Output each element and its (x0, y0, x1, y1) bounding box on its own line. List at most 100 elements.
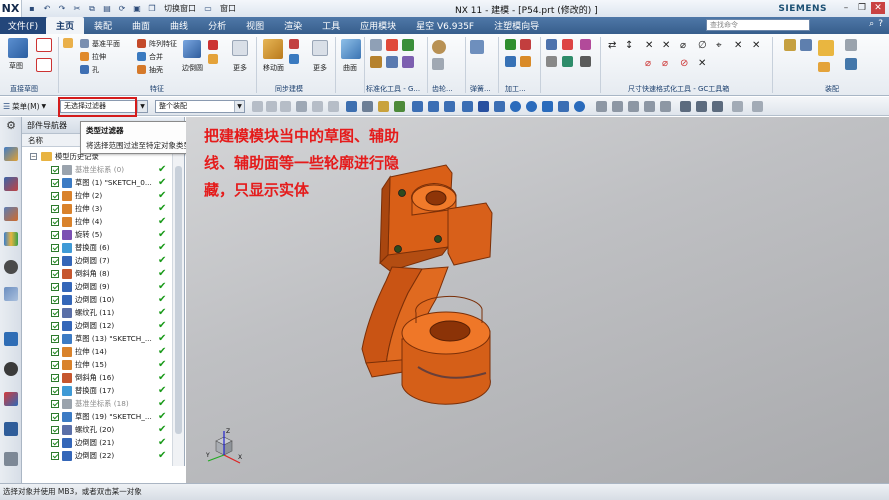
visibility-checkbox[interactable] (51, 360, 59, 369)
tool-icon[interactable] (546, 39, 557, 50)
machining-icon[interactable] (505, 39, 516, 50)
view-orient-icon[interactable] (752, 101, 763, 112)
tree-feature-row[interactable]: 拉伸 (15) ✔ (22, 358, 172, 371)
tree-feature-row[interactable]: 草图 (13) "SKETCH_... ✔ (22, 332, 172, 345)
gear-icon[interactable] (432, 40, 446, 54)
visibility-checkbox[interactable] (51, 243, 59, 252)
dimension-tool-icon[interactable]: ✕ (645, 40, 653, 51)
tree-feature-row[interactable]: 基准坐标系 (0) ✔ (22, 163, 172, 176)
visibility-checkbox[interactable] (51, 282, 59, 291)
snap-line-icon[interactable] (494, 101, 505, 112)
snap-icon[interactable] (328, 101, 339, 112)
extrude-button[interactable]: 拉伸 (92, 52, 106, 62)
view-tool-icon[interactable] (628, 101, 639, 112)
standard-tool-icon[interactable] (402, 39, 414, 51)
tree-feature-row[interactable]: 边倒圆 (10) ✔ (22, 293, 172, 306)
tab-analysis[interactable]: 分析 (198, 17, 236, 34)
dimension-tool-icon[interactable]: ✕ (752, 40, 760, 51)
tree-feature-row[interactable]: 倒斜角 (8) ✔ (22, 267, 172, 280)
tab-curve[interactable]: 曲线 (160, 17, 198, 34)
save-icon[interactable]: ▪ (26, 3, 38, 15)
command-search-input[interactable]: 查找命令 (706, 19, 810, 31)
datum-plane-icon[interactable] (80, 39, 89, 48)
minimize-icon[interactable]: – (839, 2, 853, 14)
assembly-icon[interactable] (845, 39, 857, 51)
cad-part-model[interactable] (186, 117, 889, 483)
reuse-library-icon[interactable] (4, 232, 18, 246)
dimension-tool-icon[interactable]: ⌀ (645, 58, 651, 69)
dimension-tool-icon[interactable]: ✕ (734, 40, 742, 51)
sketch-button-label[interactable]: 草图 (9, 61, 23, 71)
edge-blend-button[interactable]: 边倒圆 (182, 63, 203, 73)
restore-icon[interactable]: ❐ (855, 2, 869, 14)
snap-icon[interactable] (312, 101, 323, 112)
tab-applications[interactable]: 应用模块 (350, 17, 406, 34)
tree-feature-row[interactable]: 边倒圆 (21) ✔ (22, 436, 172, 449)
dimension-tool-icon[interactable]: ⌀ (680, 40, 686, 51)
tab-assembly[interactable]: 装配 (84, 17, 122, 34)
tool-icon[interactable] (546, 56, 557, 67)
more-features-button[interactable]: 更多 (233, 63, 247, 73)
visibility-checkbox[interactable] (51, 347, 59, 356)
visibility-checkbox[interactable] (51, 451, 59, 460)
standard-tool-icon[interactable] (386, 56, 398, 68)
tab-tools[interactable]: 工具 (312, 17, 350, 34)
tree-feature-row[interactable]: 拉伸 (14) ✔ (22, 345, 172, 358)
help-icon[interactable]: ? (878, 19, 883, 29)
snap-circle-icon[interactable] (574, 101, 585, 112)
tree-feature-row[interactable]: 替换面 (17) ✔ (22, 384, 172, 397)
view-tool-icon[interactable] (660, 101, 671, 112)
search-icon[interactable]: ⌕ (869, 19, 874, 29)
tool-icon[interactable] (580, 39, 591, 50)
dimension-tool-icon[interactable]: ↕ (625, 40, 633, 51)
tab-mold-wizard[interactable]: 注塑模向导 (484, 17, 549, 34)
view-tool-icon[interactable] (644, 101, 655, 112)
dimension-tool-icon[interactable]: ∅ (698, 40, 707, 51)
more-features-icon[interactable] (232, 40, 248, 56)
collapse-icon[interactable]: − (30, 153, 37, 160)
part-navigator-icon[interactable] (4, 147, 18, 161)
dimension-tool-icon[interactable]: ⌀ (662, 58, 668, 69)
snap-icon[interactable] (296, 101, 307, 112)
small-feature-icon[interactable] (63, 38, 73, 48)
sketch-curve-icon[interactable] (36, 38, 52, 52)
tree-feature-row[interactable]: 旋转 (5) ✔ (22, 228, 172, 241)
visibility-checkbox[interactable] (51, 334, 59, 343)
visibility-checkbox[interactable] (51, 308, 59, 317)
array-feature-button[interactable]: 阵列特征 (149, 39, 177, 49)
dimension-tool-icon[interactable]: ⇄ (608, 40, 616, 51)
delete-face-icon[interactable] (289, 39, 299, 49)
standard-tool-icon[interactable] (402, 56, 414, 68)
history-icon[interactable] (4, 287, 18, 301)
hole-icon[interactable] (80, 65, 89, 74)
view-orient-icon[interactable] (732, 101, 743, 112)
clock-icon[interactable] (4, 362, 18, 376)
snap-icon[interactable] (280, 101, 291, 112)
tree-feature-row[interactable]: 替换面 (6) ✔ (22, 241, 172, 254)
render-style-icon[interactable] (696, 101, 707, 112)
visibility-checkbox[interactable] (51, 178, 59, 187)
visibility-checkbox[interactable] (51, 321, 59, 330)
visibility-checkbox[interactable] (51, 399, 59, 408)
chevron-down-icon[interactable]: ▼ (137, 101, 147, 112)
web-browser-icon[interactable] (4, 260, 18, 274)
visibility-checkbox[interactable] (51, 230, 59, 239)
trim-body-icon[interactable] (208, 54, 218, 64)
scrollbar-thumb[interactable] (175, 166, 182, 434)
unite-button[interactable]: 合并 (149, 52, 163, 62)
machining-icon[interactable] (520, 56, 531, 67)
render-style-icon[interactable] (680, 101, 691, 112)
snap-line-icon[interactable] (444, 101, 455, 112)
machining-icon[interactable] (505, 56, 516, 67)
render-style-icon[interactable] (712, 101, 723, 112)
array-feature-icon[interactable] (137, 39, 146, 48)
tree-feature-row[interactable]: 拉伸 (3) ✔ (22, 202, 172, 215)
tree-feature-row[interactable]: 边倒圆 (9) ✔ (22, 280, 172, 293)
snap-line-icon[interactable] (428, 101, 439, 112)
chamfer-icon[interactable] (208, 40, 218, 50)
more-sync-icon[interactable] (312, 40, 328, 56)
palette-icon[interactable] (4, 452, 18, 466)
snap-icon[interactable] (346, 101, 357, 112)
machining-icon[interactable] (520, 39, 531, 50)
tool-icon[interactable] (562, 39, 573, 50)
